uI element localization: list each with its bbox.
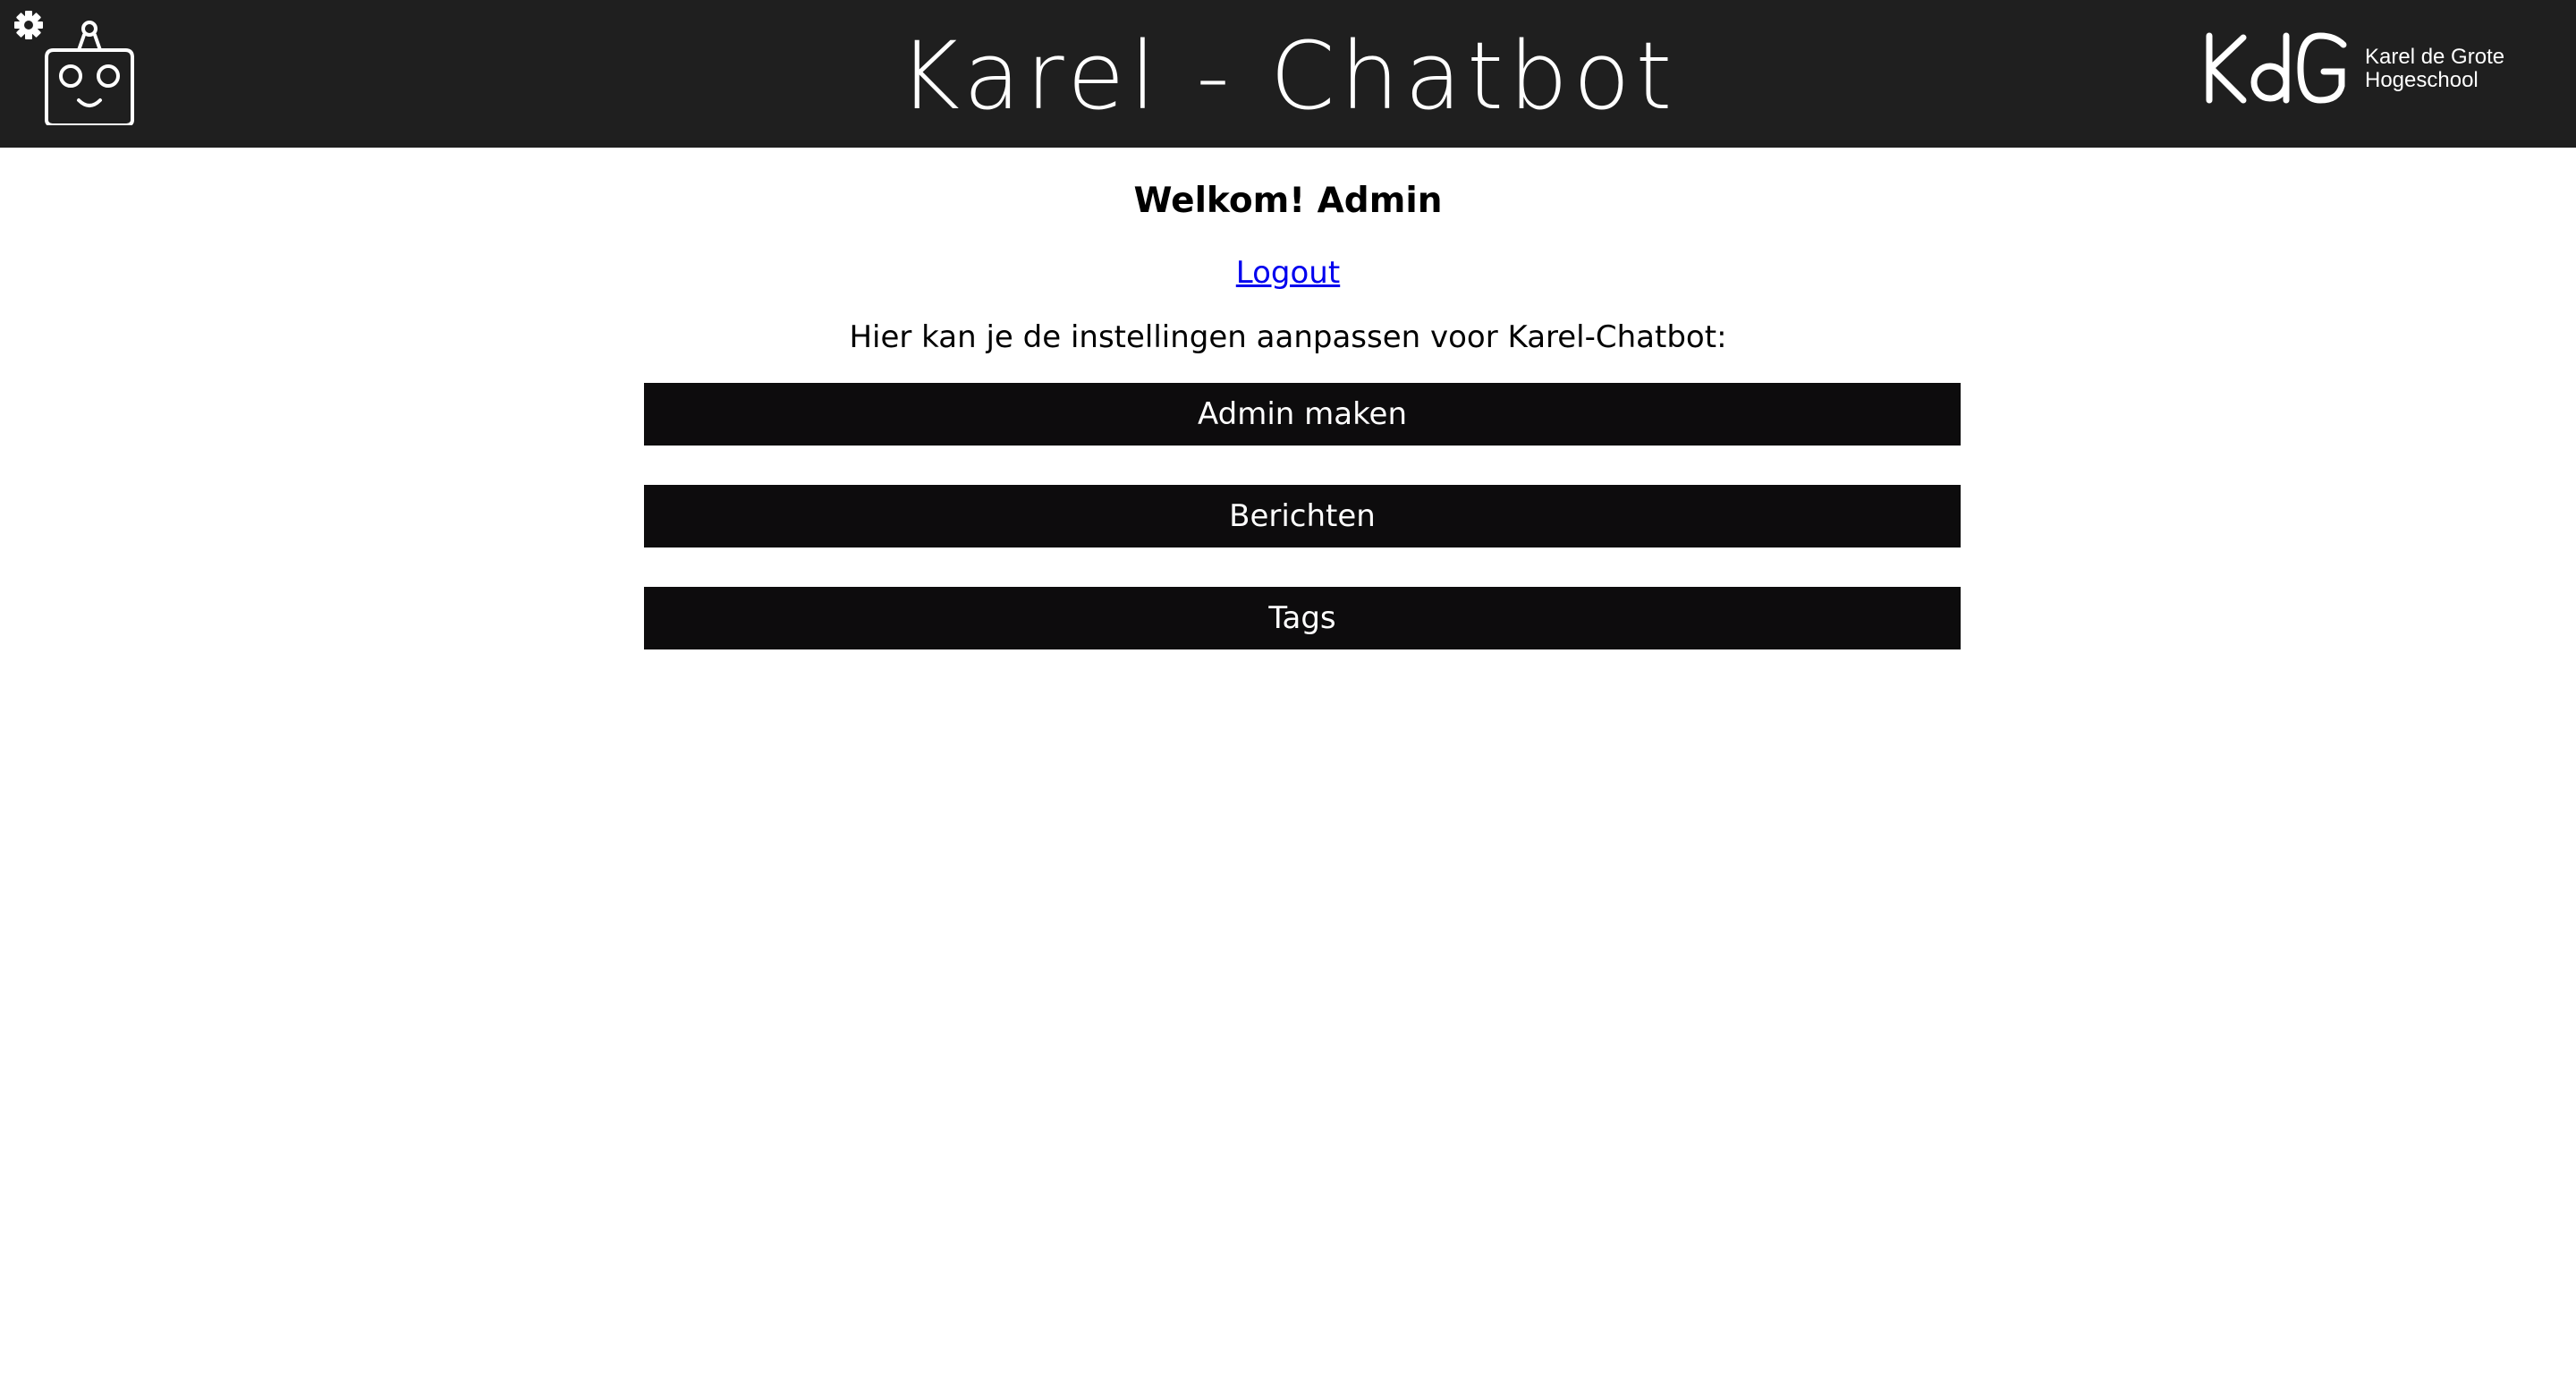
logout-link[interactable]: Logout [1236,255,1340,291]
kdg-logo-text: Karel de Grote Hogeschool [2365,46,2504,92]
intro-text: Hier kan je de instellingen aanpassen vo… [849,319,1727,355]
logout-container: Logout [0,255,2576,291]
welcome-heading: Welkom! Admin [1133,181,1443,221]
app-title: Karel - Chatbot [898,21,1678,131]
kdg-logo-line1: Karel de Grote [2365,45,2505,69]
berichten-button[interactable]: Berichten [644,485,1961,547]
admin-maken-button[interactable]: Admin maken [644,383,1961,446]
kdg-logo[interactable]: Karel de Grote Hogeschool [2202,30,2504,107]
kdg-logo-line2: Hogeschool [2365,68,2479,92]
header-bar: Karel - Chatbot Karel de Grote Hogeschoo… [0,0,2576,148]
kdg-logo-mark [2206,32,2347,104]
tags-button[interactable]: Tags [644,587,1961,649]
